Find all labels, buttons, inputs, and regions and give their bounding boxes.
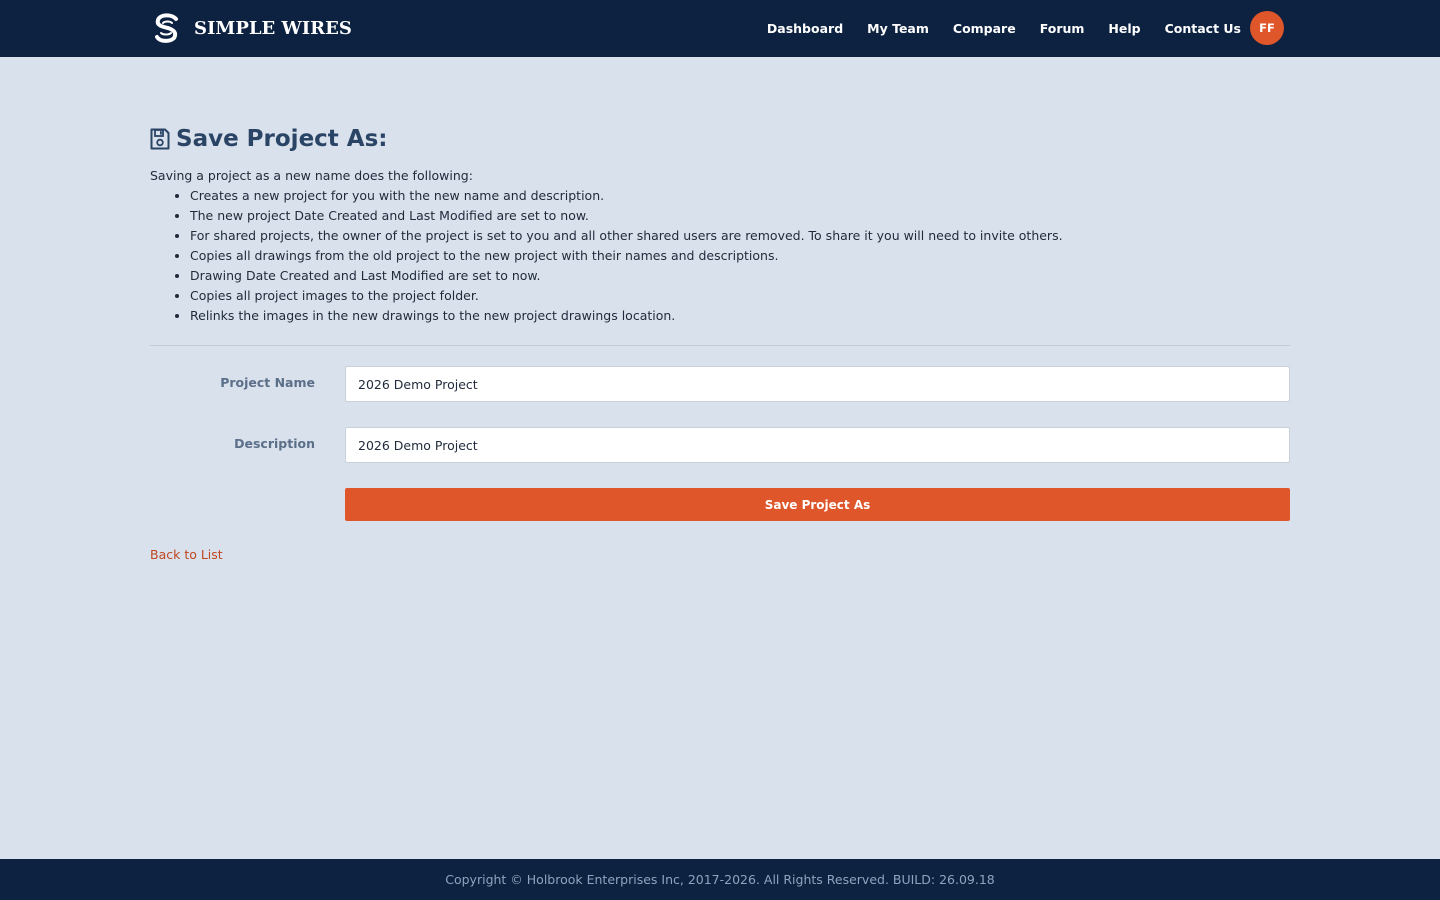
description-input[interactable] [345, 427, 1290, 463]
nav-dashboard[interactable]: Dashboard [767, 21, 843, 36]
list-item: Creates a new project for you with the n… [190, 186, 1063, 206]
section-divider [150, 345, 1290, 346]
list-item: Copies all drawings from the old project… [190, 246, 1063, 266]
user-avatar[interactable]: FF [1250, 11, 1284, 45]
floppy-disk-icon [150, 128, 170, 150]
back-to-list-link[interactable]: Back to List [150, 547, 223, 562]
page-title: Save Project As: [150, 124, 388, 154]
intro-text: Saving a project as a new name does the … [150, 168, 473, 183]
brand-name: SIMPLE WIRES [194, 17, 352, 39]
nav-my-team[interactable]: My Team [867, 21, 929, 36]
project-name-label: Project Name [220, 375, 315, 390]
simple-wires-logo-icon [155, 13, 178, 43]
page-title-text: Save Project As: [176, 126, 388, 152]
project-name-input[interactable] [345, 366, 1290, 402]
list-item: For shared projects, the owner of the pr… [190, 226, 1063, 246]
description-label: Description [234, 436, 315, 451]
nav-forum[interactable]: Forum [1040, 21, 1085, 36]
save-project-as-button[interactable]: Save Project As [345, 488, 1290, 521]
list-item: The new project Date Created and Last Mo… [190, 206, 1063, 226]
nav-compare[interactable]: Compare [953, 21, 1016, 36]
nav-help[interactable]: Help [1108, 21, 1140, 36]
list-item: Copies all project images to the project… [190, 286, 1063, 306]
copyright-text: Copyright © Holbrook Enterprises Inc, 20… [445, 872, 995, 887]
top-navbar: SIMPLE WIRES Dashboard My Team Compare F… [0, 0, 1440, 57]
save-as-effects-list: Creates a new project for you with the n… [150, 186, 1063, 326]
list-item: Drawing Date Created and Last Modified a… [190, 266, 1063, 286]
brand-home-link[interactable]: SIMPLE WIRES [150, 11, 352, 45]
list-item: Relinks the images in the new drawings t… [190, 306, 1063, 326]
nav-contact-us[interactable]: Contact Us [1165, 21, 1241, 36]
main-nav: Dashboard My Team Compare Forum Help Con… [767, 11, 1284, 45]
page-footer: Copyright © Holbrook Enterprises Inc, 20… [0, 859, 1440, 900]
